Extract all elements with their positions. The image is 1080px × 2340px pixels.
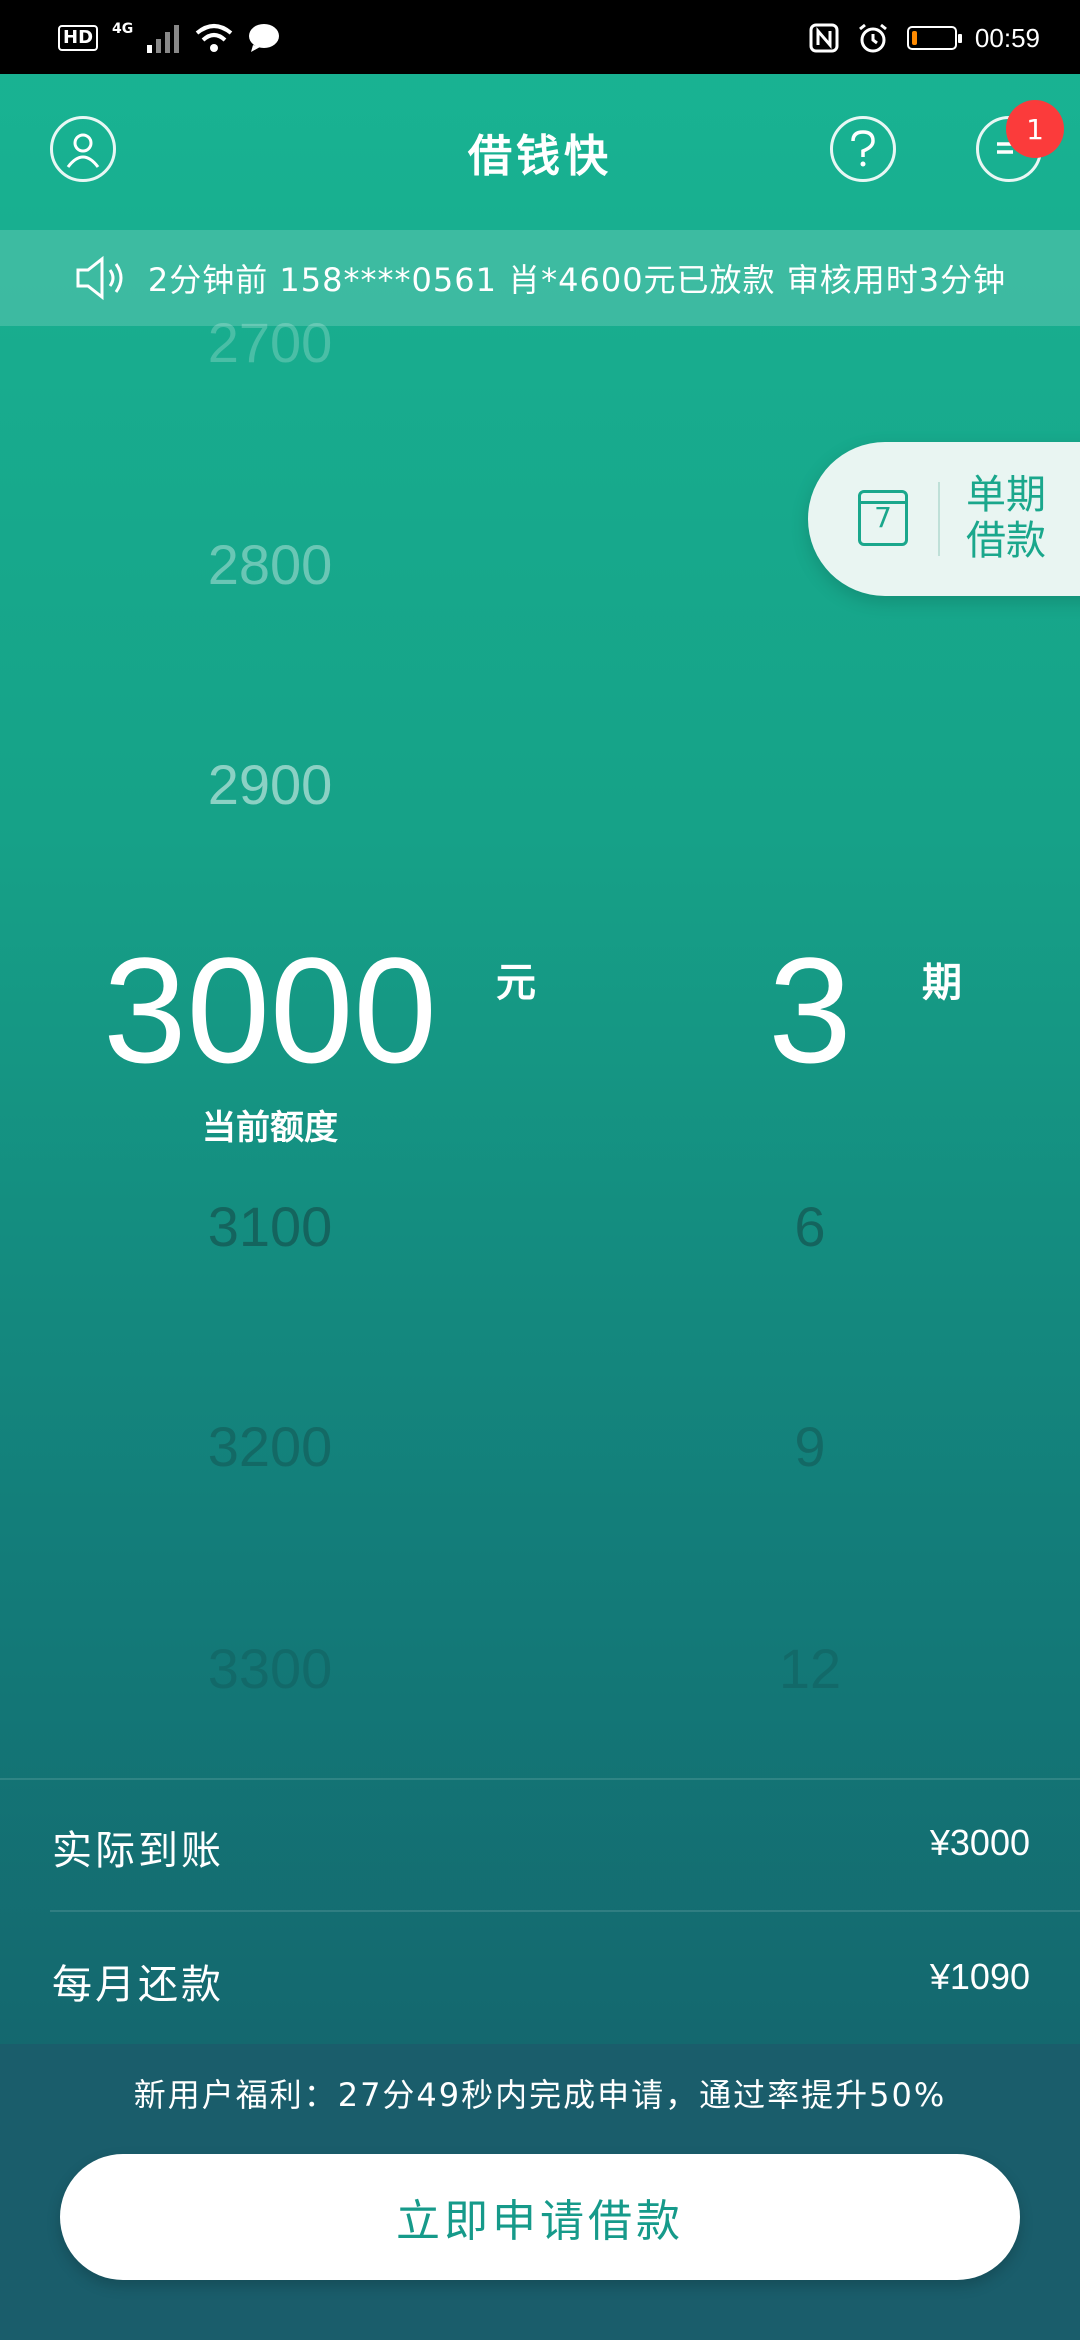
term-option[interactable]: 6 xyxy=(660,1194,960,1259)
single-period-line1: 单期 xyxy=(966,472,1046,518)
term-option[interactable]: 9 xyxy=(660,1414,960,1479)
amount-option[interactable]: 2700 xyxy=(120,310,420,375)
amount-option[interactable]: 3300 xyxy=(120,1636,420,1701)
amount-option[interactable]: 2800 xyxy=(120,532,420,597)
apply-loan-button[interactable]: 立即申请借款 xyxy=(60,2154,1020,2280)
alarm-icon xyxy=(858,23,887,53)
amount-option[interactable]: 3100 xyxy=(120,1194,420,1259)
battery-level xyxy=(911,31,917,45)
actual-amount-label: 实际到账 xyxy=(52,1828,224,1874)
current-limit-label: 当前额度 xyxy=(202,1108,338,1148)
question-icon xyxy=(851,130,875,167)
network-type: 4G xyxy=(112,21,134,37)
term-selected[interactable]: 3 xyxy=(660,924,960,1097)
amount-option[interactable]: 3200 xyxy=(120,1414,420,1479)
wifi-icon xyxy=(195,24,233,52)
bottom-panel: 新用户福利：27分49秒内完成申请，通过率提升50% 立即申请借款 xyxy=(0,2044,1080,2340)
message-badge: 1 xyxy=(1006,100,1064,158)
clock: 00:59 xyxy=(974,22,1040,53)
amount-selected[interactable]: 3000 xyxy=(20,924,520,1097)
single-period-label: 单期 借款 xyxy=(966,472,1080,564)
status-left: HD 4G xyxy=(58,18,281,58)
monthly-repayment-value: ¥1090 xyxy=(929,1956,1030,1997)
signal-icon xyxy=(147,25,180,53)
single-period-line2: 借款 xyxy=(966,518,1046,564)
hd-indicator: HD xyxy=(58,25,99,51)
help-button[interactable] xyxy=(830,116,896,182)
term-option[interactable]: 12 xyxy=(660,1636,960,1701)
status-bar: HD 4G 00:59 xyxy=(0,0,1080,74)
speaker-icon xyxy=(76,255,123,301)
term-unit: 期 xyxy=(922,960,962,1006)
actual-amount-value: ¥3000 xyxy=(929,1822,1030,1863)
notice-text: 2分钟前 158****0561 肖*4600元已放款 审核用时3分钟 xyxy=(147,261,1007,299)
amount-option[interactable]: 2900 xyxy=(120,752,420,817)
battery-icon xyxy=(906,26,962,50)
loan-screen: HD 4G 00:59 借钱快 1 2分钟前 158****0561 肖*460… xyxy=(0,0,1080,2340)
app-title: 借钱快 xyxy=(468,131,612,182)
app-header: 借钱快 1 xyxy=(0,74,1080,230)
status-right: 00:59 xyxy=(809,18,1040,58)
amount-unit: 元 xyxy=(496,960,536,1006)
pill-divider xyxy=(938,482,940,556)
nfc-icon xyxy=(809,23,839,53)
single-period-loan-button[interactable]: 7 单期 借款 xyxy=(808,442,1080,596)
monthly-repayment-label: 每月还款 xyxy=(52,1962,224,2008)
monthly-repayment-row: 每月还款 ¥1090 xyxy=(0,1912,1080,2044)
calendar-icon: 7 xyxy=(858,490,908,546)
chat-notification-icon xyxy=(249,24,280,52)
new-user-promo: 新用户福利：27分49秒内完成申请，通过率提升50% xyxy=(133,2076,947,2114)
actual-amount-row: 实际到账 ¥3000 xyxy=(0,1778,1080,1910)
